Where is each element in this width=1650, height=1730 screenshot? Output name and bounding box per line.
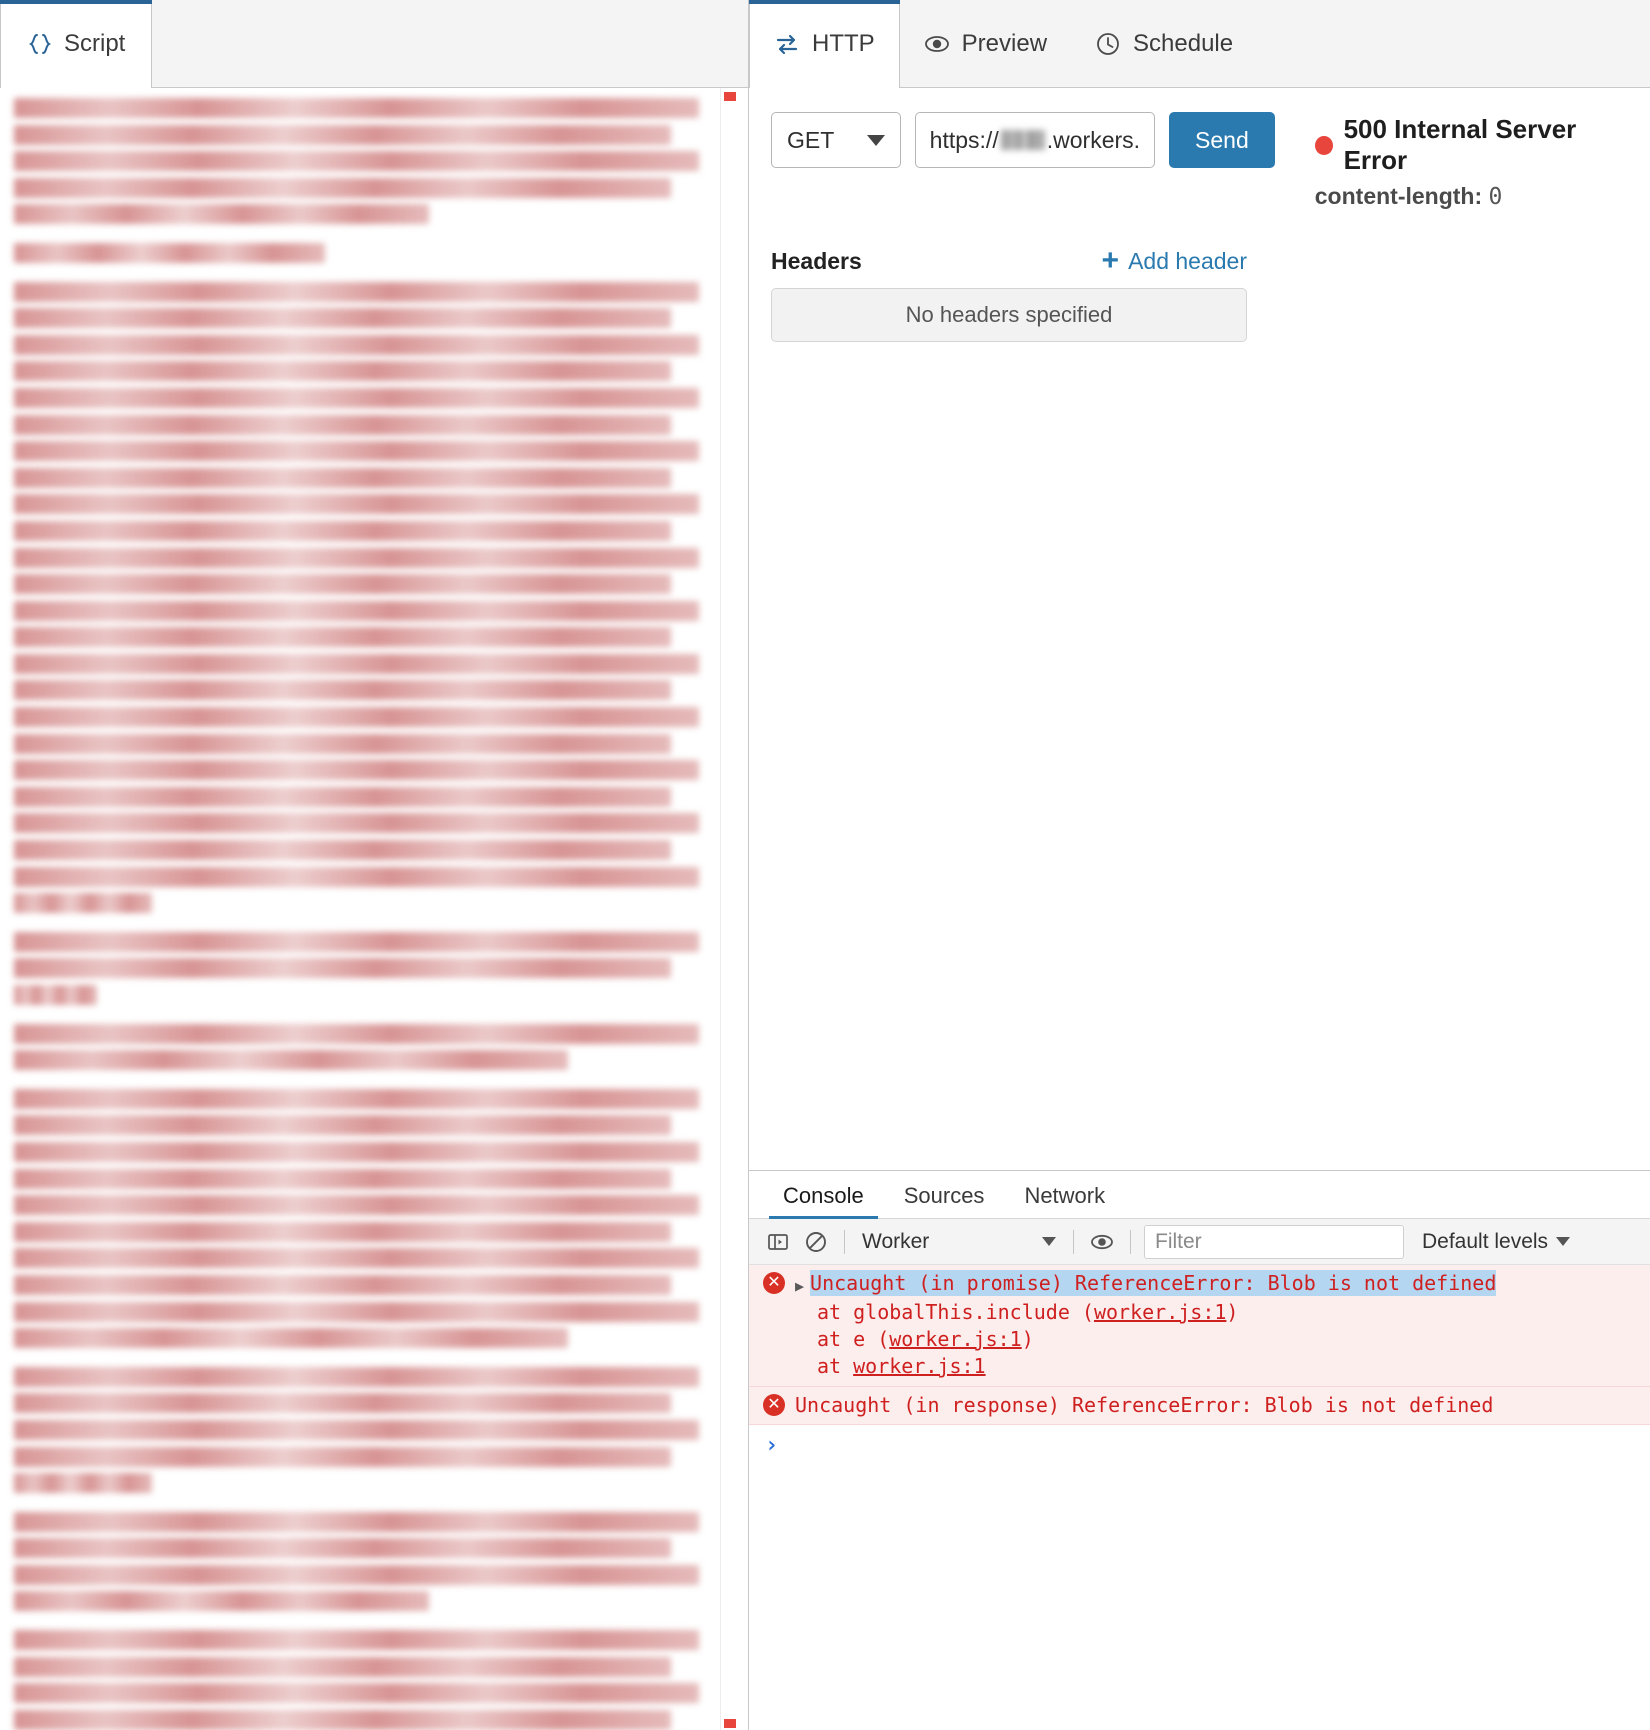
http-method-select[interactable]: GET — [771, 112, 901, 168]
clock-icon — [1095, 31, 1121, 57]
content-length-label: content-length: — [1314, 183, 1483, 209]
toolbar-divider-3 — [1130, 1229, 1131, 1254]
tab-schedule[interactable]: Schedule — [1071, 0, 1257, 87]
headers-header-row: Headers + Add header — [771, 246, 1247, 276]
http-request-panel: GET https:// .workers. Send 500 Internal … — [749, 88, 1650, 1170]
url-input[interactable]: https:// .workers. — [914, 112, 1156, 168]
live-expression-icon[interactable] — [1083, 1223, 1121, 1261]
tab-http-label: HTTP — [812, 30, 875, 57]
request-pane: HTTP Preview Schedule GET https:// .work… — [749, 0, 1650, 1730]
toolbar-divider-2 — [1073, 1229, 1074, 1254]
redacted-base64-block — [14, 96, 706, 1730]
devtools-panel: Console Sources Network Worker Filter De… — [749, 1170, 1650, 1730]
devtools-tabbar: Console Sources Network — [749, 1171, 1650, 1219]
plus-icon: + — [1101, 244, 1120, 277]
toolbar-divider — [844, 1229, 845, 1254]
code-editor[interactable]: ')),typeofglobalThis.modules[l]=="undefi… — [0, 88, 748, 1730]
stack-frame-link[interactable]: worker.js:1 — [1094, 1300, 1226, 1324]
editor-error-marker-bottom[interactable] — [724, 1719, 736, 1728]
clear-console-icon[interactable] — [797, 1223, 835, 1261]
response-status: 500 Internal Server Error content-length… — [1314, 112, 1628, 210]
left-tabbar: Script — [0, 0, 748, 88]
prompt-caret-icon: › — [765, 1433, 779, 1458]
console-error-message: Uncaught (in response) ReferenceError: B… — [795, 1393, 1494, 1417]
headers-title: Headers — [771, 247, 862, 274]
swap-arrows-icon — [774, 31, 800, 57]
stack-frame: at globalThis.include (worker.js:1) — [817, 1300, 1239, 1324]
tab-console[interactable]: Console — [763, 1183, 884, 1219]
http-method-value: GET — [787, 126, 835, 153]
editor-error-marker-top[interactable] — [724, 92, 736, 101]
console-error-message: Uncaught (in promise) ReferenceError: Bl… — [810, 1270, 1497, 1296]
console-toolbar: Worker Filter Default levels — [749, 1219, 1650, 1265]
tab-preview[interactable]: Preview — [900, 0, 1071, 87]
console-context-select[interactable]: Worker — [854, 1225, 1064, 1259]
right-tabbar: HTTP Preview Schedule — [749, 0, 1650, 88]
add-header-label: Add header — [1128, 247, 1247, 274]
chevron-down-icon — [1556, 1237, 1571, 1246]
console-context-value: Worker — [862, 1229, 930, 1253]
error-icon: ✕ — [763, 1394, 785, 1416]
stack-frame: at worker.js:1 — [817, 1354, 986, 1378]
status-line: 500 Internal Server Error — [1314, 114, 1628, 176]
status-text: 500 Internal Server Error — [1343, 114, 1577, 175]
tab-sources[interactable]: Sources — [884, 1183, 1005, 1218]
tab-http[interactable]: HTTP — [749, 0, 900, 88]
url-redacted-segment — [1000, 130, 1045, 150]
code-content[interactable]: ')),typeofglobalThis.modules[l]=="undefi… — [0, 88, 720, 1730]
url-suffix: .workers. — [1046, 126, 1141, 153]
stack-frame-link[interactable]: worker.js:1 — [853, 1354, 985, 1378]
braces-icon — [27, 31, 53, 57]
headers-section: Headers + Add header No headers specifie… — [749, 210, 1269, 342]
console-sidebar-icon[interactable] — [759, 1223, 797, 1261]
eye-icon — [924, 31, 950, 57]
stack-frame: at e (worker.js:1) — [817, 1327, 1034, 1351]
content-length: content-length: 0 — [1315, 183, 1628, 210]
tab-network[interactable]: Network — [1004, 1183, 1125, 1218]
console-output[interactable]: ✕ ▶ Uncaught (in promise) ReferenceError: … — [749, 1265, 1650, 1730]
console-levels-select[interactable]: Default levels — [1422, 1229, 1571, 1254]
expand-arrow-icon[interactable]: ▶ — [795, 1273, 804, 1299]
tab-schedule-label: Schedule — [1133, 29, 1234, 57]
script-editor-pane: Script — [0, 0, 749, 1730]
headers-empty-state: No headers specified — [771, 288, 1247, 342]
editor-scrollbar[interactable] — [720, 88, 738, 1730]
console-log-entry[interactable]: ✕ Uncaught (in response) ReferenceError: … — [749, 1387, 1650, 1425]
console-filter-input[interactable]: Filter — [1144, 1224, 1404, 1259]
request-row: GET https:// .workers. Send 500 Internal … — [749, 112, 1650, 210]
chevron-down-icon — [866, 134, 885, 146]
console-levels-label: Default levels — [1422, 1229, 1549, 1253]
add-header-button[interactable]: + Add header — [1102, 246, 1247, 276]
error-icon: ✕ — [763, 1272, 785, 1294]
tab-script[interactable]: Script — [0, 0, 153, 88]
content-length-value: 0 — [1488, 184, 1503, 210]
tab-preview-label: Preview — [961, 29, 1048, 57]
console-log-row: ✕ Uncaught (in response) ReferenceError: … — [749, 1392, 1650, 1418]
console-log-row: ✕ ▶ Uncaught (in promise) ReferenceError: … — [749, 1270, 1650, 1299]
tab-script-label: Script — [64, 30, 126, 57]
url-prefix: https:// — [929, 126, 999, 153]
app-root: Script HTTP Preview Schedule GET https:/… — [0, 0, 1650, 1730]
status-dot-icon — [1314, 135, 1333, 155]
stack-frame-link[interactable]: worker.js:1 — [889, 1327, 1021, 1351]
chevron-down-icon — [1042, 1237, 1056, 1246]
send-button[interactable]: Send — [1169, 112, 1275, 168]
console-prompt[interactable]: › — [749, 1425, 1650, 1458]
console-log-entry[interactable]: ✕ ▶ Uncaught (in promise) ReferenceError: … — [749, 1265, 1650, 1387]
